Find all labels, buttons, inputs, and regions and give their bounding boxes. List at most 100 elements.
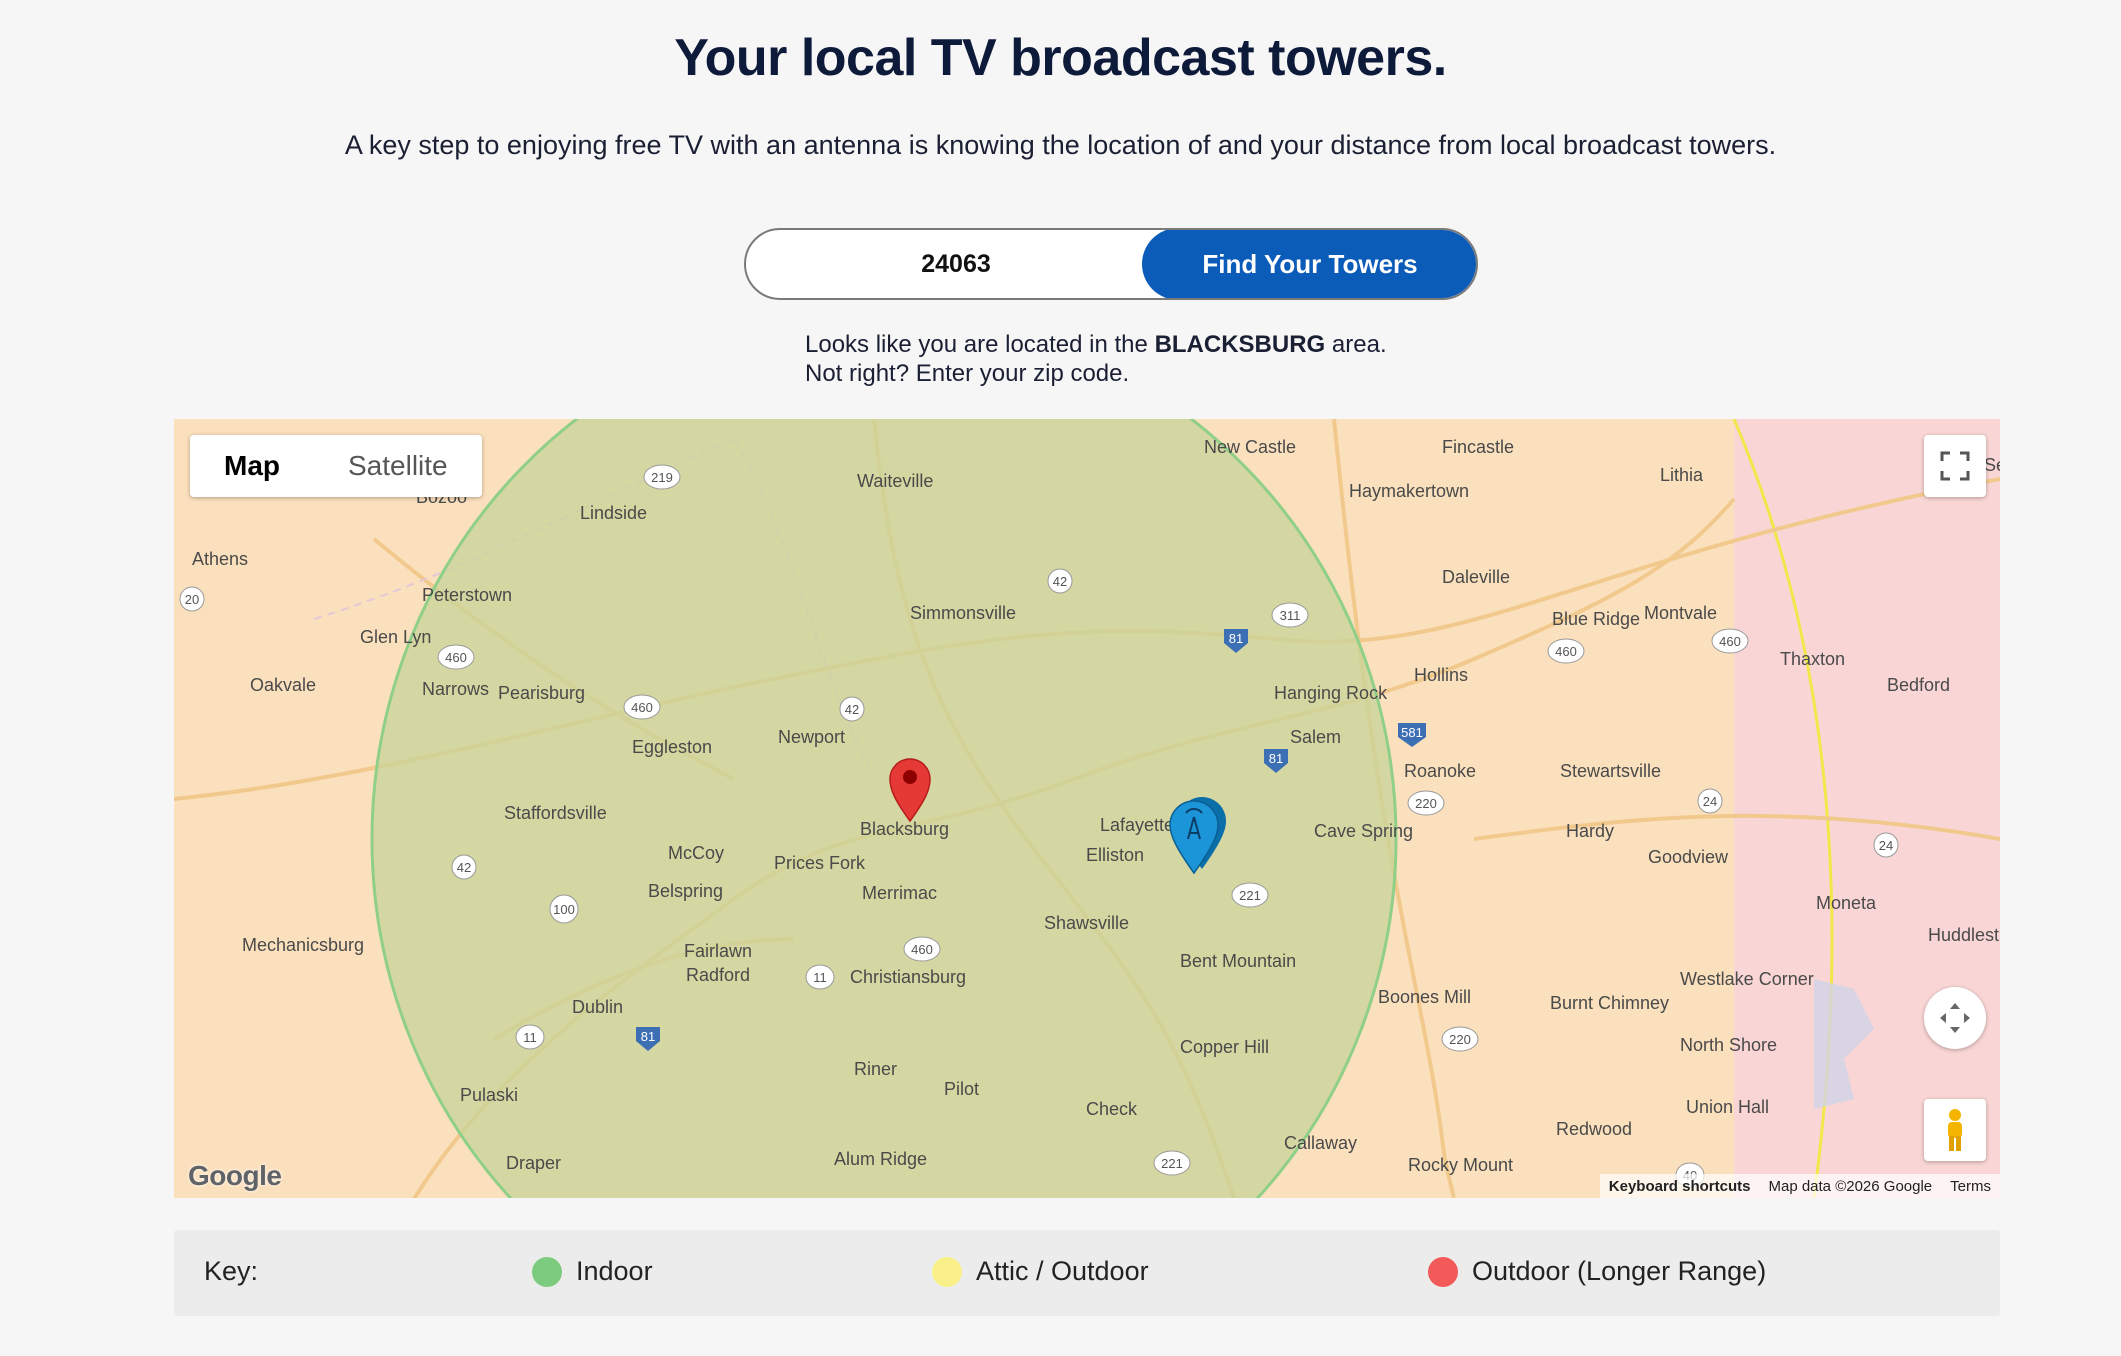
place-label: Pulaski xyxy=(460,1085,518,1105)
place-label: Athens xyxy=(192,549,248,569)
location-note: Looks like you are located in the BLACKS… xyxy=(805,330,1387,388)
place-label: Pilot xyxy=(944,1079,979,1099)
route-shield: 221 xyxy=(1153,1150,1191,1176)
place-label: Eggleston xyxy=(632,737,712,757)
map-type-satellite-button[interactable]: Satellite xyxy=(314,435,482,497)
fullscreen-button[interactable] xyxy=(1924,435,1986,497)
zip-search-form: Find Your Towers xyxy=(744,228,1478,300)
location-area: BLACKSBURG xyxy=(1154,331,1326,358)
place-label: Burnt Chimney xyxy=(1550,993,1669,1013)
svg-text:11: 11 xyxy=(813,970,827,985)
zip-code-input[interactable] xyxy=(746,230,1166,298)
place-label: McCoy xyxy=(668,843,724,863)
map-attribution: Keyboard shortcuts Map data ©2026 Google… xyxy=(1599,1174,2000,1198)
svg-text:220: 220 xyxy=(1415,796,1437,811)
place-label: Simmonsville xyxy=(910,603,1016,623)
route-shield: 42 xyxy=(839,696,865,722)
place-label: Glen Lyn xyxy=(360,627,431,647)
place-label: Narrows xyxy=(422,679,489,699)
svg-text:311: 311 xyxy=(1280,608,1301,623)
place-label: Riner xyxy=(854,1059,897,1079)
place-label: Lafayette xyxy=(1100,815,1174,835)
route-shield: 220 xyxy=(1407,790,1445,816)
place-label: Salem xyxy=(1290,727,1341,747)
svg-text:460: 460 xyxy=(1555,644,1577,659)
location-prefix: Looks like you are located in the xyxy=(805,331,1148,358)
svg-text:42: 42 xyxy=(845,702,859,717)
find-towers-button[interactable]: Find Your Towers xyxy=(1142,230,1476,298)
place-label: Newport xyxy=(778,727,845,747)
place-label: Hanging Rock xyxy=(1274,683,1388,703)
pegman-icon xyxy=(1948,1109,1962,1151)
route-shield: 42 xyxy=(1047,568,1073,594)
map-canvas[interactable]: New Castle Fincastle Lithia Waiteville B… xyxy=(174,419,2000,1198)
svg-text:81: 81 xyxy=(641,1029,655,1044)
map-type-map-button[interactable]: Map xyxy=(190,435,314,497)
place-label: Merrimac xyxy=(862,883,937,903)
svg-text:221: 221 xyxy=(1239,888,1261,903)
place-label: Mechanicsburg xyxy=(242,935,364,955)
route-shield: 20 xyxy=(179,586,205,612)
svg-text:24: 24 xyxy=(1703,794,1717,809)
place-label: Christiansburg xyxy=(850,967,966,987)
outdoor-dot-icon xyxy=(1428,1256,1458,1287)
place-label: Boones Mill xyxy=(1378,987,1471,1007)
terms-link[interactable]: Terms xyxy=(1941,1178,2000,1195)
route-shield: 460 xyxy=(623,694,661,720)
place-label: Belspring xyxy=(648,881,723,901)
attic-dot-icon xyxy=(932,1256,962,1287)
place-label: Redwood xyxy=(1556,1119,1632,1139)
route-shield: 311 xyxy=(1271,602,1309,628)
location-suffix: area. xyxy=(1331,331,1387,358)
place-label: Huddlest xyxy=(1928,925,1999,945)
place-label: Cave Spring xyxy=(1314,821,1413,841)
route-shield: 460 xyxy=(437,644,475,670)
route-shield: 221 xyxy=(1231,882,1269,908)
place-label: Fincastle xyxy=(1442,437,1514,457)
place-label: Lindside xyxy=(580,503,647,523)
place-label: Bent Mountain xyxy=(1180,951,1296,971)
place-label: Dublin xyxy=(572,997,623,1017)
legend-label: Indoor xyxy=(576,1256,653,1286)
svg-text:221: 221 xyxy=(1161,1156,1183,1171)
svg-text:11: 11 xyxy=(523,1030,537,1045)
place-label: Hollins xyxy=(1414,665,1468,685)
map-data-credit: Map data ©2026 Google xyxy=(1768,1177,1933,1195)
route-shield: 11 xyxy=(515,1024,545,1050)
place-label: Bedford xyxy=(1887,675,1950,695)
svg-text:581: 581 xyxy=(1401,725,1423,740)
indoor-dot-icon xyxy=(532,1256,562,1287)
svg-text:42: 42 xyxy=(1053,574,1067,589)
keyboard-shortcuts-link[interactable]: Keyboard shortcuts xyxy=(1600,1178,1760,1195)
place-label: Radford xyxy=(686,965,750,985)
place-label: Waiteville xyxy=(857,471,933,491)
route-shield: 100 xyxy=(549,894,579,924)
route-shield: 460 xyxy=(1547,638,1585,664)
place-label: Hardy xyxy=(1566,821,1614,841)
svg-text:20: 20 xyxy=(185,592,199,607)
svg-text:220: 220 xyxy=(1449,1032,1471,1047)
place-label: Pearisburg xyxy=(498,683,585,703)
svg-text:460: 460 xyxy=(911,942,933,957)
place-label: Lithia xyxy=(1660,465,1704,485)
google-logo: Google xyxy=(188,1160,282,1191)
svg-text:81: 81 xyxy=(1269,751,1283,766)
street-view-pegman-button[interactable] xyxy=(1924,1099,1986,1161)
place-label: Draper xyxy=(506,1153,561,1173)
tower-map[interactable]: New Castle Fincastle Lithia Waiteville B… xyxy=(174,419,2000,1198)
legend-item-attic-outdoor: Attic / Outdoor xyxy=(932,1256,1149,1287)
location-hint: Not right? Enter your zip code. xyxy=(805,360,1130,387)
page-subtitle: A key step to enjoying free TV with an a… xyxy=(344,130,1777,160)
place-label: Moneta xyxy=(1816,893,1877,913)
camera-control-button[interactable] xyxy=(1924,987,1986,1049)
key-label: Key: xyxy=(204,1256,259,1286)
place-label: Blacksburg xyxy=(860,819,949,839)
map-type-control: Map Satellite xyxy=(190,435,482,497)
route-shield: 220 xyxy=(1447,791,1469,806)
svg-text:219: 219 xyxy=(651,470,673,485)
svg-text:460: 460 xyxy=(631,700,653,715)
place-label: Shawsville xyxy=(1044,913,1129,933)
svg-text:220: 220 xyxy=(1447,791,1469,806)
route-shield: 24 xyxy=(1697,788,1723,814)
svg-text:24: 24 xyxy=(1879,838,1893,853)
